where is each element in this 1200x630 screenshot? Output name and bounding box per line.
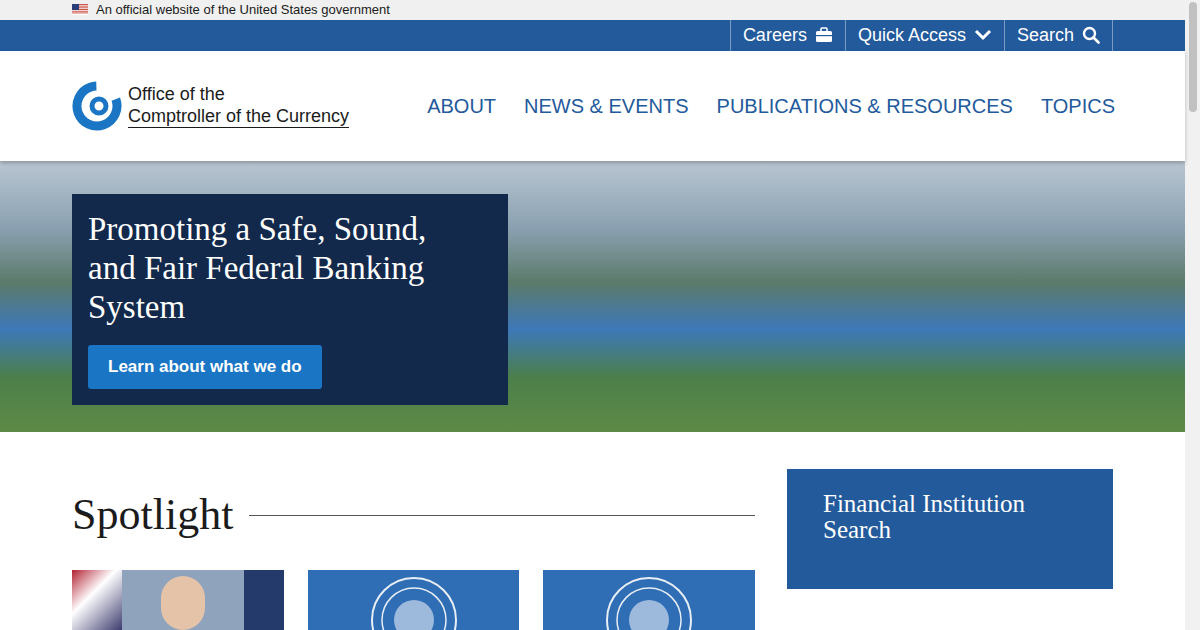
nav-item[interactable]: ABOUT: [427, 91, 496, 121]
card-photo: [72, 570, 284, 630]
chevron-down-icon: [974, 28, 992, 42]
hero-box: Promoting a Safe, Sound,and Fair Federal…: [72, 194, 508, 405]
spotlight-card[interactable]: [543, 570, 755, 630]
nav-item[interactable]: TOPICS: [1041, 91, 1115, 121]
main-nav: ABOUT NEWS & EVENTS PUBLICATIONS & RESOURC…: [427, 91, 1115, 121]
gov-banner: An official website of the United States…: [0, 0, 1185, 20]
occ-seal-icon: [604, 575, 694, 630]
scrollbar[interactable]: [1185, 0, 1200, 630]
hero-button[interactable]: Learn about what we do: [88, 345, 322, 389]
utility-link[interactable]: Careers: [730, 20, 845, 51]
spotlight-card[interactable]: [72, 570, 284, 630]
institution-search[interactable]: Financial InstitutionSearch: [787, 469, 1113, 589]
hero: Promoting a Safe, Sound,and Fair Federal…: [0, 161, 1185, 432]
utility-link[interactable]: Quick Access: [845, 20, 1004, 51]
page: An official website of the United States…: [0, 0, 1200, 630]
occ-logo-icon: [72, 80, 122, 132]
hero-heading: Promoting a Safe, Sound,and Fair Federal…: [88, 210, 492, 327]
nav-item[interactable]: PUBLICATIONS & RESOURCES: [717, 91, 1013, 121]
site-logo[interactable]: Office of theComptroller of the Currency: [72, 80, 349, 132]
scrollbar-thumb[interactable]: [1189, 2, 1197, 112]
utility-bar: CareersQuick AccessSearch: [0, 20, 1185, 51]
us-flag-icon: [72, 4, 88, 15]
occ-seal-icon: [369, 575, 459, 630]
spotlight-card[interactable]: [308, 570, 520, 630]
briefcase-icon: [815, 27, 833, 43]
content: Spotlight Financial InstitutionSearch: [0, 432, 1185, 630]
search-icon: [1082, 26, 1100, 44]
site-header: Office of theComptroller of the Currency…: [0, 51, 1185, 161]
nav-item[interactable]: NEWS & EVENTS: [524, 91, 688, 121]
spotlight: Spotlight: [72, 489, 755, 630]
spotlight-title: Spotlight: [72, 489, 233, 541]
utility-link[interactable]: Search: [1004, 20, 1113, 51]
